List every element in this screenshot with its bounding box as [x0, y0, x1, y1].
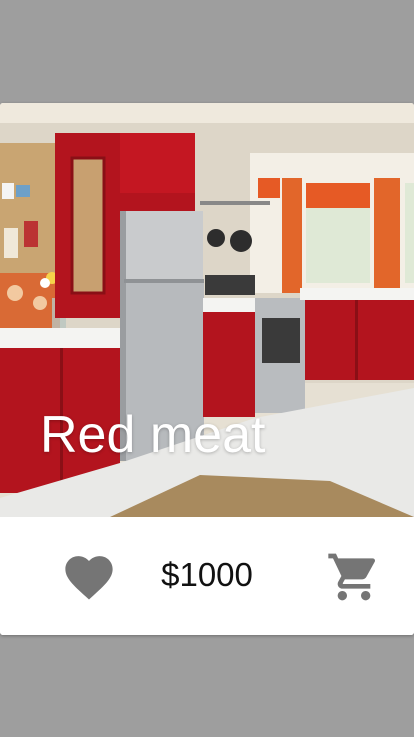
shopping-cart-icon [328, 553, 376, 601]
card-actions: $1000 [0, 517, 414, 635]
product-image: Red meat [0, 103, 414, 517]
product-card[interactable]: Red meat $1000 [0, 103, 414, 635]
product-title: Red meat [40, 406, 266, 464]
add-to-cart-button[interactable] [326, 549, 382, 605]
